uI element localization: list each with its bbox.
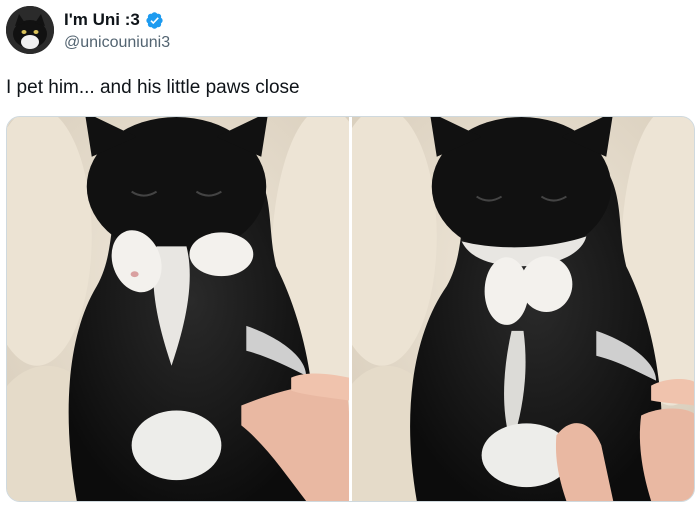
photo-left[interactable] [7,117,349,501]
photo-right[interactable] [352,117,694,501]
cat-photo-left-image [7,117,349,501]
verified-badge-icon [145,11,164,30]
avatar[interactable] [6,6,54,54]
cat-photo-right-image [352,117,694,501]
display-name[interactable]: I'm Uni :3 [64,9,140,31]
name-row: I'm Uni :3 [64,9,164,31]
tweet-header: I'm Uni :3 @unicouniuni3 [0,0,700,64]
tweet-text: I pet him... and his little paws close [6,77,300,98]
tweet-card: I'm Uni :3 @unicouniuni3 I pet him... an… [0,0,700,527]
media-grid [6,116,695,502]
user-handle[interactable]: @unicouniuni3 [64,33,170,53]
cat-avatar-icon [6,6,54,54]
